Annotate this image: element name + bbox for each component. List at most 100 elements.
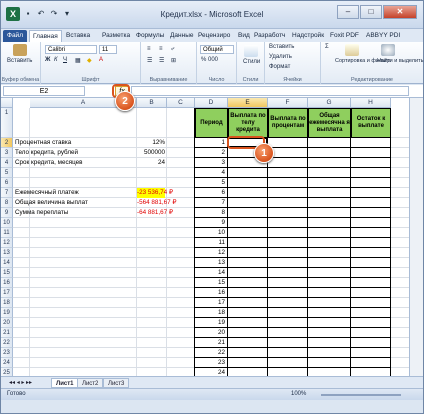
fill-color-icon[interactable]: ◆ <box>87 57 92 64</box>
tab-home[interactable]: Главная <box>29 30 62 42</box>
column-header-e[interactable]: E <box>228 98 268 108</box>
param-label-4[interactable]: Срок кредита, месяцев <box>15 158 82 168</box>
vertical-scrollbar[interactable] <box>409 98 423 376</box>
font-name-combo[interactable]: Calibri <box>45 45 97 54</box>
merge-cells-icon[interactable]: ⊞ <box>171 57 176 64</box>
sheet-nav-icon[interactable]: ◂◂ ◂ ▸ ▸▸ <box>5 378 36 388</box>
row-header-6[interactable]: 6 <box>1 178 13 188</box>
tab-formulas[interactable]: Формулы <box>133 30 167 42</box>
column-header-g[interactable]: G <box>308 98 351 108</box>
select-all-corner[interactable] <box>1 98 13 108</box>
bold-icon[interactable]: Ж <box>45 57 50 63</box>
row-header-4[interactable]: 4 <box>1 158 13 168</box>
row-header-18[interactable]: 18 <box>1 298 13 308</box>
sheet-tab-3[interactable]: Лист3 <box>103 378 130 388</box>
row-header-1[interactable]: 1 <box>1 108 13 138</box>
tab-file[interactable]: Файл <box>3 30 27 42</box>
font-color-icon[interactable]: A <box>99 57 103 63</box>
formula-input[interactable] <box>131 86 409 96</box>
row-header-19[interactable]: 19 <box>1 308 13 318</box>
paste-button[interactable]: Вставить <box>7 58 32 64</box>
column-header-d[interactable]: D <box>195 98 228 108</box>
zoom-level[interactable]: 100% <box>291 391 306 397</box>
row-header-15[interactable]: 15 <box>1 268 13 278</box>
tab-review[interactable]: Рецензиро <box>195 30 233 42</box>
name-box[interactable]: E2 <box>3 86 85 96</box>
underline-icon[interactable]: Ч <box>63 57 67 63</box>
row-header-22[interactable]: 22 <box>1 338 13 348</box>
param-value-9[interactable]: -64 881,67 ₽ <box>137 208 173 218</box>
align-top-icon[interactable]: ≡ <box>147 46 151 52</box>
sheet-tab-1[interactable]: Лист1 <box>51 378 79 388</box>
tab-page-layout[interactable]: Разметка <box>99 30 133 42</box>
tab-foxit[interactable]: Foxit PDF <box>327 30 362 42</box>
formula-bar: E2 fx <box>1 85 423 98</box>
row-header-14[interactable]: 14 <box>1 258 13 268</box>
param-label-2[interactable]: Процентная ставка <box>15 138 71 148</box>
number-format-combo[interactable]: Общий <box>200 45 234 54</box>
autosum-icon[interactable]: Σ <box>325 44 329 50</box>
row-header-7[interactable]: 7 <box>1 188 13 198</box>
styles-icon[interactable] <box>244 45 258 57</box>
paste-icon[interactable] <box>13 44 27 56</box>
column-header-c[interactable]: C <box>167 98 195 108</box>
percent-icon[interactable]: % 000 <box>201 57 218 63</box>
maximize-button[interactable]: □ <box>360 5 382 19</box>
font-size-combo[interactable]: 11 <box>99 45 117 54</box>
row-header-2[interactable]: 2 <box>1 138 13 148</box>
find-select-icon[interactable] <box>381 44 395 56</box>
find-select-button[interactable]: Найти и выделить <box>377 58 423 64</box>
tab-developer[interactable]: Разработч <box>251 30 288 42</box>
tab-insert[interactable]: Вставка <box>63 30 93 42</box>
param-label-9[interactable]: Сумма переплаты <box>15 208 68 218</box>
align-middle-icon[interactable]: ≡ <box>159 46 163 52</box>
param-label-8[interactable]: Общая величина выплат <box>15 198 88 208</box>
param-value-3[interactable]: 500000 <box>137 148 165 158</box>
column-header-b[interactable]: B <box>137 98 167 108</box>
row-header-8[interactable]: 8 <box>1 198 13 208</box>
borders-icon[interactable]: ▦ <box>75 57 81 64</box>
row-header-11[interactable]: 11 <box>1 228 13 238</box>
param-value-8[interactable]: -564 881,67 ₽ <box>137 198 176 208</box>
row-header-3[interactable]: 3 <box>1 148 13 158</box>
format-cells-button[interactable]: Формат <box>269 64 290 70</box>
row-header-23[interactable]: 23 <box>1 348 13 358</box>
column-header-f[interactable]: F <box>268 98 308 108</box>
table-header-2: Выплата по телу кредита <box>228 108 268 138</box>
italic-icon[interactable]: К <box>54 57 58 63</box>
param-value-4[interactable]: 24 <box>137 158 165 168</box>
sort-filter-icon[interactable] <box>345 44 359 56</box>
tab-abbyy[interactable]: ABBYY PDI <box>363 30 403 42</box>
row-header-17[interactable]: 17 <box>1 288 13 298</box>
row-header-21[interactable]: 21 <box>1 328 13 338</box>
row-header-5[interactable]: 5 <box>1 168 13 178</box>
param-label-7[interactable]: Ежемесячный платеж <box>15 188 79 198</box>
minimize-button[interactable]: – <box>337 5 359 19</box>
close-button[interactable]: ✕ <box>383 5 417 19</box>
param-value-2[interactable]: 12% <box>137 138 165 148</box>
sheet-tab-2[interactable]: Лист2 <box>77 378 104 388</box>
align-left-icon[interactable]: ☰ <box>147 57 152 64</box>
group-label-cells: Ячейки <box>283 77 302 83</box>
param-label-3[interactable]: Тело кредита, рублей <box>15 148 78 158</box>
row-header-16[interactable]: 16 <box>1 278 13 288</box>
table-col-line <box>307 108 308 378</box>
row-header-9[interactable]: 9 <box>1 208 13 218</box>
tab-addins[interactable]: Надстройк <box>289 30 327 42</box>
row-header-20[interactable]: 20 <box>1 318 13 328</box>
ribbon: Вставить Буфер обмена Calibri 11 Ж К Ч ▦… <box>1 42 423 84</box>
column-header-h[interactable]: H <box>351 98 391 108</box>
align-center-icon[interactable]: ☰ <box>159 57 164 64</box>
styles-button[interactable]: Стили <box>243 59 260 65</box>
row-header-24[interactable]: 24 <box>1 358 13 368</box>
row-header-10[interactable]: 10 <box>1 218 13 228</box>
worksheet-grid[interactable]: A B C D E F G H 1 2 3 4 5 6 7 8 9 10 11 12 13 14 15 16 17 18 19 20 2… <box>1 98 409 388</box>
wrap-text-icon[interactable]: ⤶ <box>171 46 174 53</box>
tab-data[interactable]: Данные <box>167 30 196 42</box>
row-header-13[interactable]: 13 <box>1 248 13 258</box>
param-value-7[interactable]: -23 536,74 ₽ <box>137 188 173 198</box>
zoom-slider[interactable] <box>321 394 401 396</box>
insert-cells-button[interactable]: Вставить <box>269 44 294 50</box>
row-header-12[interactable]: 12 <box>1 238 13 248</box>
delete-cells-button[interactable]: Удалить <box>269 54 292 60</box>
